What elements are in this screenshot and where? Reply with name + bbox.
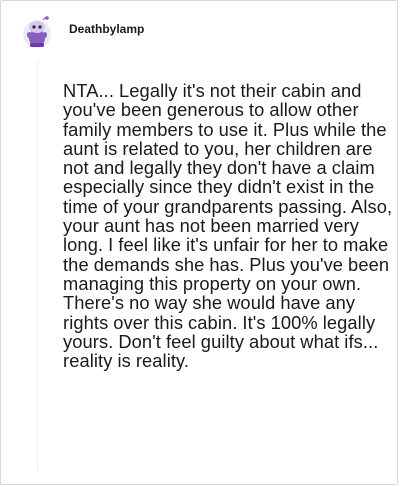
snoo-avatar-icon[interactable] [21,16,53,50]
comment-body: NTA... Legally it's not their cabin and … [63,80,393,372]
thread-line[interactable] [37,61,38,471]
comment-header: Deathbylamp [21,15,144,51]
username[interactable]: Deathbylamp [69,22,144,36]
comment-card: Deathbylamp NTA... Legally it's not thei… [0,0,398,485]
